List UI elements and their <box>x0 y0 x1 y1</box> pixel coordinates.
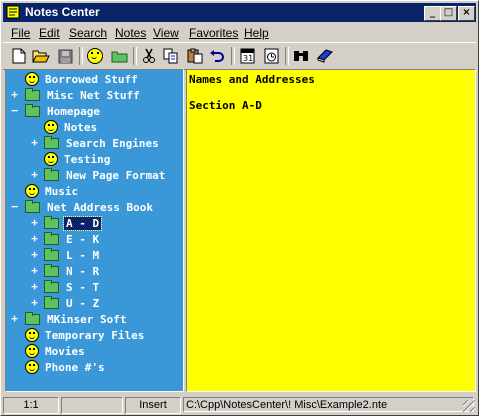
tree-item-s-t[interactable]: S - T <box>44 279 101 295</box>
expand-icon[interactable]: + <box>30 136 39 149</box>
expand-icon[interactable]: + <box>30 232 39 245</box>
note-editor[interactable]: Names and Addresses Section A-D <box>186 69 476 392</box>
tree-item-notes[interactable]: Notes <box>44 119 99 135</box>
cut-scissors-icon[interactable] <box>139 46 159 66</box>
note-line: Names and Addresses <box>189 73 315 86</box>
collapse-icon[interactable]: − <box>10 104 19 117</box>
date-stamp-icon[interactable]: 31 <box>237 46 257 66</box>
open-folder-icon[interactable] <box>31 46 51 66</box>
smiley-icon <box>44 152 58 166</box>
status-blank-panel <box>61 397 123 414</box>
copy-icon[interactable] <box>161 46 181 66</box>
menu-edit[interactable]: Edit <box>39 26 60 40</box>
expand-icon[interactable]: + <box>30 280 39 293</box>
status-bar: 1:1 Insert C:\Cpp\NotesCenter\! Misc\Exa… <box>3 396 476 414</box>
expand-icon[interactable]: + <box>30 248 39 261</box>
toolbar-separator <box>133 47 137 65</box>
toolbar: 31 <box>3 42 476 70</box>
expand-icon[interactable]: + <box>10 88 19 101</box>
folder-icon <box>44 135 59 149</box>
tree-item-a-d[interactable]: A - D <box>44 215 103 231</box>
tree-item-movies[interactable]: Movies <box>25 343 87 359</box>
smiley-icon <box>25 184 39 198</box>
tree-item-misc-net-stuff[interactable]: Misc Net Stuff <box>25 87 142 103</box>
tree-item-u-z[interactable]: U - Z <box>44 295 101 311</box>
tree-item-testing[interactable]: Testing <box>44 151 112 167</box>
tree-item-mkinser-soft[interactable]: MKinser Soft <box>25 311 128 327</box>
tree-item-n-r[interactable]: N - R <box>44 263 101 279</box>
folder-icon <box>44 247 59 261</box>
tree-item-borrowed-stuff[interactable]: Borrowed Stuff <box>25 71 140 87</box>
expand-icon[interactable]: + <box>30 296 39 309</box>
tree-item-e-k[interactable]: E - K <box>44 231 101 247</box>
smiley-icon <box>25 360 39 374</box>
smiley-icon <box>25 328 39 342</box>
tree-item-search-engines[interactable]: Search Engines <box>44 135 161 151</box>
folder-icon <box>44 167 59 181</box>
new-note-smiley-icon[interactable] <box>85 46 105 66</box>
smiley-icon <box>25 344 39 358</box>
time-stamp-icon[interactable] <box>261 46 281 66</box>
menu-view[interactable]: View <box>153 26 179 40</box>
menu-favorites[interactable]: Favorites <box>189 26 238 40</box>
find-binoculars-icon[interactable] <box>291 46 311 66</box>
window-title: Notes Center <box>25 5 100 19</box>
tree-item-music[interactable]: Music <box>25 183 80 199</box>
folder-icon <box>44 231 59 245</box>
minimize-button[interactable]: _ <box>424 6 441 21</box>
menu-notes[interactable]: Notes <box>115 26 146 40</box>
undo-icon[interactable] <box>207 46 227 66</box>
cursor-position: 1:1 <box>3 397 59 414</box>
edit-mode: Insert <box>125 397 181 414</box>
expand-icon[interactable]: + <box>10 312 19 325</box>
note-line: Section A-D <box>189 99 262 112</box>
menu-help[interactable]: Help <box>244 26 269 40</box>
favorites-book-icon[interactable] <box>315 46 335 66</box>
tree-item-homepage[interactable]: Homepage <box>25 103 102 119</box>
folder-icon <box>44 215 59 229</box>
menu-file[interactable]: File <box>11 26 30 40</box>
svg-text:31: 31 <box>243 54 253 63</box>
main-window: Notes Center _ □ × File Edit Search Note… <box>0 0 479 416</box>
folder-icon <box>25 87 40 101</box>
expand-icon[interactable]: + <box>30 168 39 181</box>
smiley-icon <box>44 120 58 134</box>
paste-icon[interactable] <box>185 46 205 66</box>
tree-item-temporary-files[interactable]: Temporary Files <box>25 327 146 343</box>
file-path: C:\Cpp\NotesCenter\! Misc\Example2.nte <box>183 397 474 412</box>
menu-bar: File Edit Search Notes View Favorites He… <box>3 23 476 41</box>
menu-search[interactable]: Search <box>69 26 107 40</box>
new-folder-icon[interactable] <box>109 46 129 66</box>
folder-icon <box>44 263 59 277</box>
smiley-icon <box>25 72 39 86</box>
toolbar-separator <box>231 47 235 65</box>
notes-tree[interactable]: Borrowed Stuff + Misc Net Stuff − Homepa… <box>5 69 184 392</box>
folder-icon <box>25 311 40 325</box>
app-icon <box>6 5 20 19</box>
toolbar-separator <box>79 47 83 65</box>
tree-item-net-address-book[interactable]: Net Address Book <box>25 199 155 215</box>
folder-icon <box>44 295 59 309</box>
expand-icon[interactable]: + <box>30 264 39 277</box>
new-file-icon[interactable] <box>9 46 29 66</box>
folder-open-icon <box>25 103 40 117</box>
tree-item-new-page-format[interactable]: New Page Format <box>44 167 167 183</box>
toolbar-separator <box>285 47 289 65</box>
close-button[interactable]: × <box>458 6 475 21</box>
folder-icon <box>44 279 59 293</box>
collapse-icon[interactable]: − <box>10 200 19 213</box>
title-bar[interactable]: Notes Center _ □ × <box>3 3 476 22</box>
folder-open-icon <box>25 199 40 213</box>
expand-icon[interactable]: + <box>30 216 39 229</box>
tree-item-phone-numbers[interactable]: Phone #'s <box>25 359 107 375</box>
resize-grip-icon[interactable] <box>463 400 475 412</box>
maximize-button[interactable]: □ <box>440 6 457 21</box>
save-disk-icon[interactable] <box>55 46 75 66</box>
tree-item-l-m[interactable]: L - M <box>44 247 101 263</box>
